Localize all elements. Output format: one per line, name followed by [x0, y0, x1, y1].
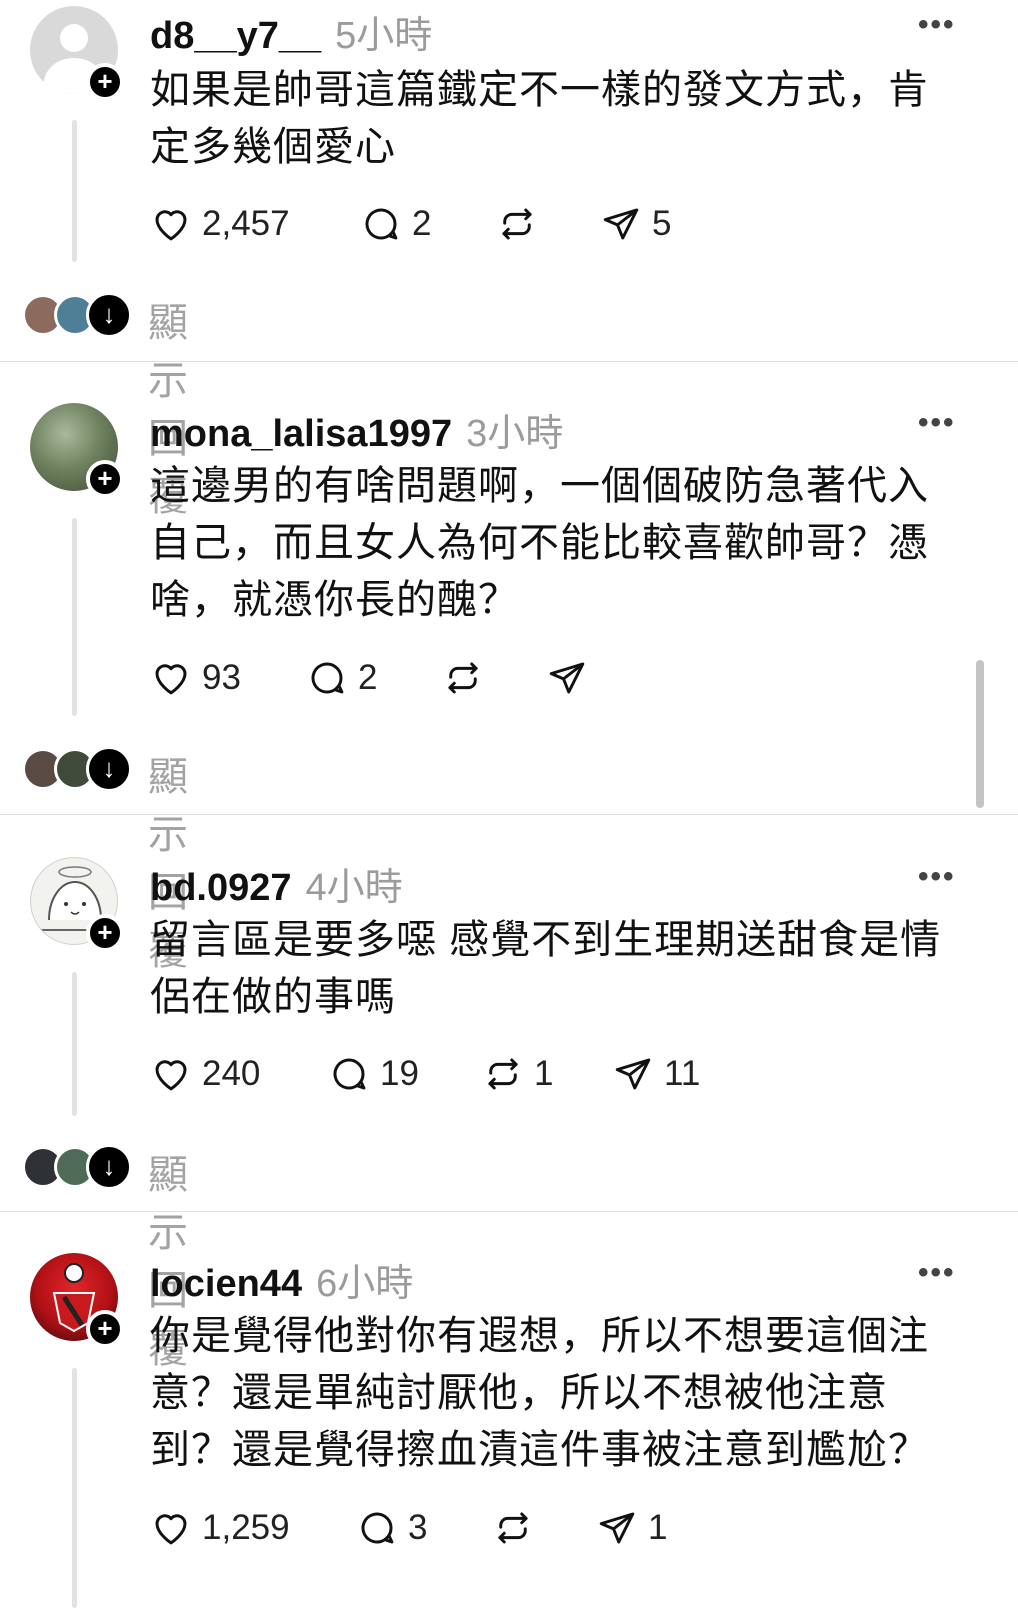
follow-plus-icon[interactable]: + [86, 460, 124, 498]
repost-count: 1 [534, 1054, 554, 1093]
timestamp: 3小時 [466, 413, 564, 455]
comment-button[interactable]: 3 [356, 1506, 427, 1550]
divider [0, 814, 1018, 815]
more-options-icon[interactable]: ••• [918, 1256, 956, 1290]
thread-line [72, 1368, 77, 1608]
share-count: 5 [652, 204, 672, 243]
thread-line [72, 518, 77, 716]
like-count: 93 [202, 658, 241, 697]
repost-icon [448, 662, 478, 694]
share-button[interactable]: 1 [596, 1506, 667, 1550]
comment-bubble-icon [365, 208, 398, 240]
username[interactable]: locien44 6小時 [150, 1252, 413, 1307]
comment-count: 19 [380, 1054, 419, 1093]
heart-icon [155, 1514, 187, 1545]
arrow-down-icon[interactable]: ↓ [86, 1144, 132, 1190]
timestamp: 4小時 [305, 867, 403, 909]
follow-plus-icon[interactable]: + [86, 63, 124, 101]
comment-text: 留言區是要多噁 感覺不到生理期送甜食是情 侶在做的事嗎 [150, 918, 942, 1019]
timestamp: 6小時 [316, 1263, 414, 1305]
comment-text: 你是覺得他對你有遐想，所以不想要這個注 意？還是單純討厭他，所以不想被他注意 到… [150, 1314, 929, 1472]
comment-button[interactable]: 2 [360, 202, 431, 246]
comment-bubble-icon [311, 662, 344, 694]
thread-line [72, 972, 77, 1116]
username[interactable]: mona_lalisa1997 3小時 [150, 402, 563, 457]
send-icon [603, 208, 639, 240]
comment-button[interactable]: 2 [306, 656, 377, 700]
send-icon [615, 1058, 651, 1090]
divider [0, 361, 1018, 362]
share-button[interactable]: 5 [600, 202, 671, 246]
comment-text: 這邊男的有啥問題啊，一個個破防急著代入 自己，而且女人為何不能比較喜歡帥哥？憑 … [150, 464, 929, 622]
follow-plus-icon[interactable]: + [86, 914, 124, 952]
comment-count: 2 [358, 658, 378, 697]
like-button[interactable]: 2,457 [150, 202, 290, 246]
more-options-icon[interactable]: ••• [918, 8, 956, 42]
like-button[interactable]: 93 [150, 656, 241, 700]
comment-bubble-icon [361, 1512, 394, 1544]
thread-line [72, 120, 77, 262]
comment-count: 2 [412, 204, 432, 243]
scrollbar[interactable] [976, 660, 984, 808]
repost-icon [498, 1512, 528, 1544]
heart-icon [155, 210, 187, 241]
share-count: 1 [648, 1508, 668, 1547]
like-count: 240 [202, 1054, 261, 1093]
repost-button[interactable] [442, 656, 494, 700]
like-count: 2,457 [202, 204, 290, 243]
comment-count: 3 [408, 1508, 428, 1547]
repost-button[interactable] [492, 1506, 544, 1550]
like-count: 1,259 [202, 1508, 290, 1547]
send-icon [599, 1512, 635, 1544]
repost-icon [502, 208, 532, 240]
comment-button[interactable]: 19 [328, 1052, 419, 1096]
follow-plus-icon[interactable]: + [86, 1310, 124, 1348]
username[interactable]: d8__y7__ 5小時 [150, 4, 432, 59]
like-button[interactable]: 240 [150, 1052, 260, 1096]
share-button[interactable] [546, 656, 598, 700]
comment-bubble-icon [333, 1058, 366, 1090]
more-options-icon[interactable]: ••• [918, 406, 956, 440]
heart-icon [155, 664, 187, 695]
repost-icon [488, 1058, 518, 1090]
heart-icon [155, 1060, 187, 1091]
arrow-down-icon[interactable]: ↓ [86, 746, 132, 792]
share-button[interactable]: 11 [612, 1052, 700, 1096]
divider [0, 1211, 1018, 1212]
repost-button[interactable]: 1 [482, 1052, 553, 1096]
timestamp: 5小時 [335, 15, 433, 57]
like-button[interactable]: 1,259 [150, 1506, 290, 1550]
arrow-down-icon[interactable]: ↓ [86, 292, 132, 338]
share-count: 11 [664, 1054, 701, 1093]
comment-text: 如果是帥哥這篇鐵定不一樣的發文方式，肯 定多幾個愛心 [150, 68, 929, 169]
repost-button[interactable] [496, 202, 548, 246]
username[interactable]: bd.0927 4小時 [150, 856, 403, 911]
send-icon [549, 662, 585, 694]
more-options-icon[interactable]: ••• [918, 860, 956, 894]
